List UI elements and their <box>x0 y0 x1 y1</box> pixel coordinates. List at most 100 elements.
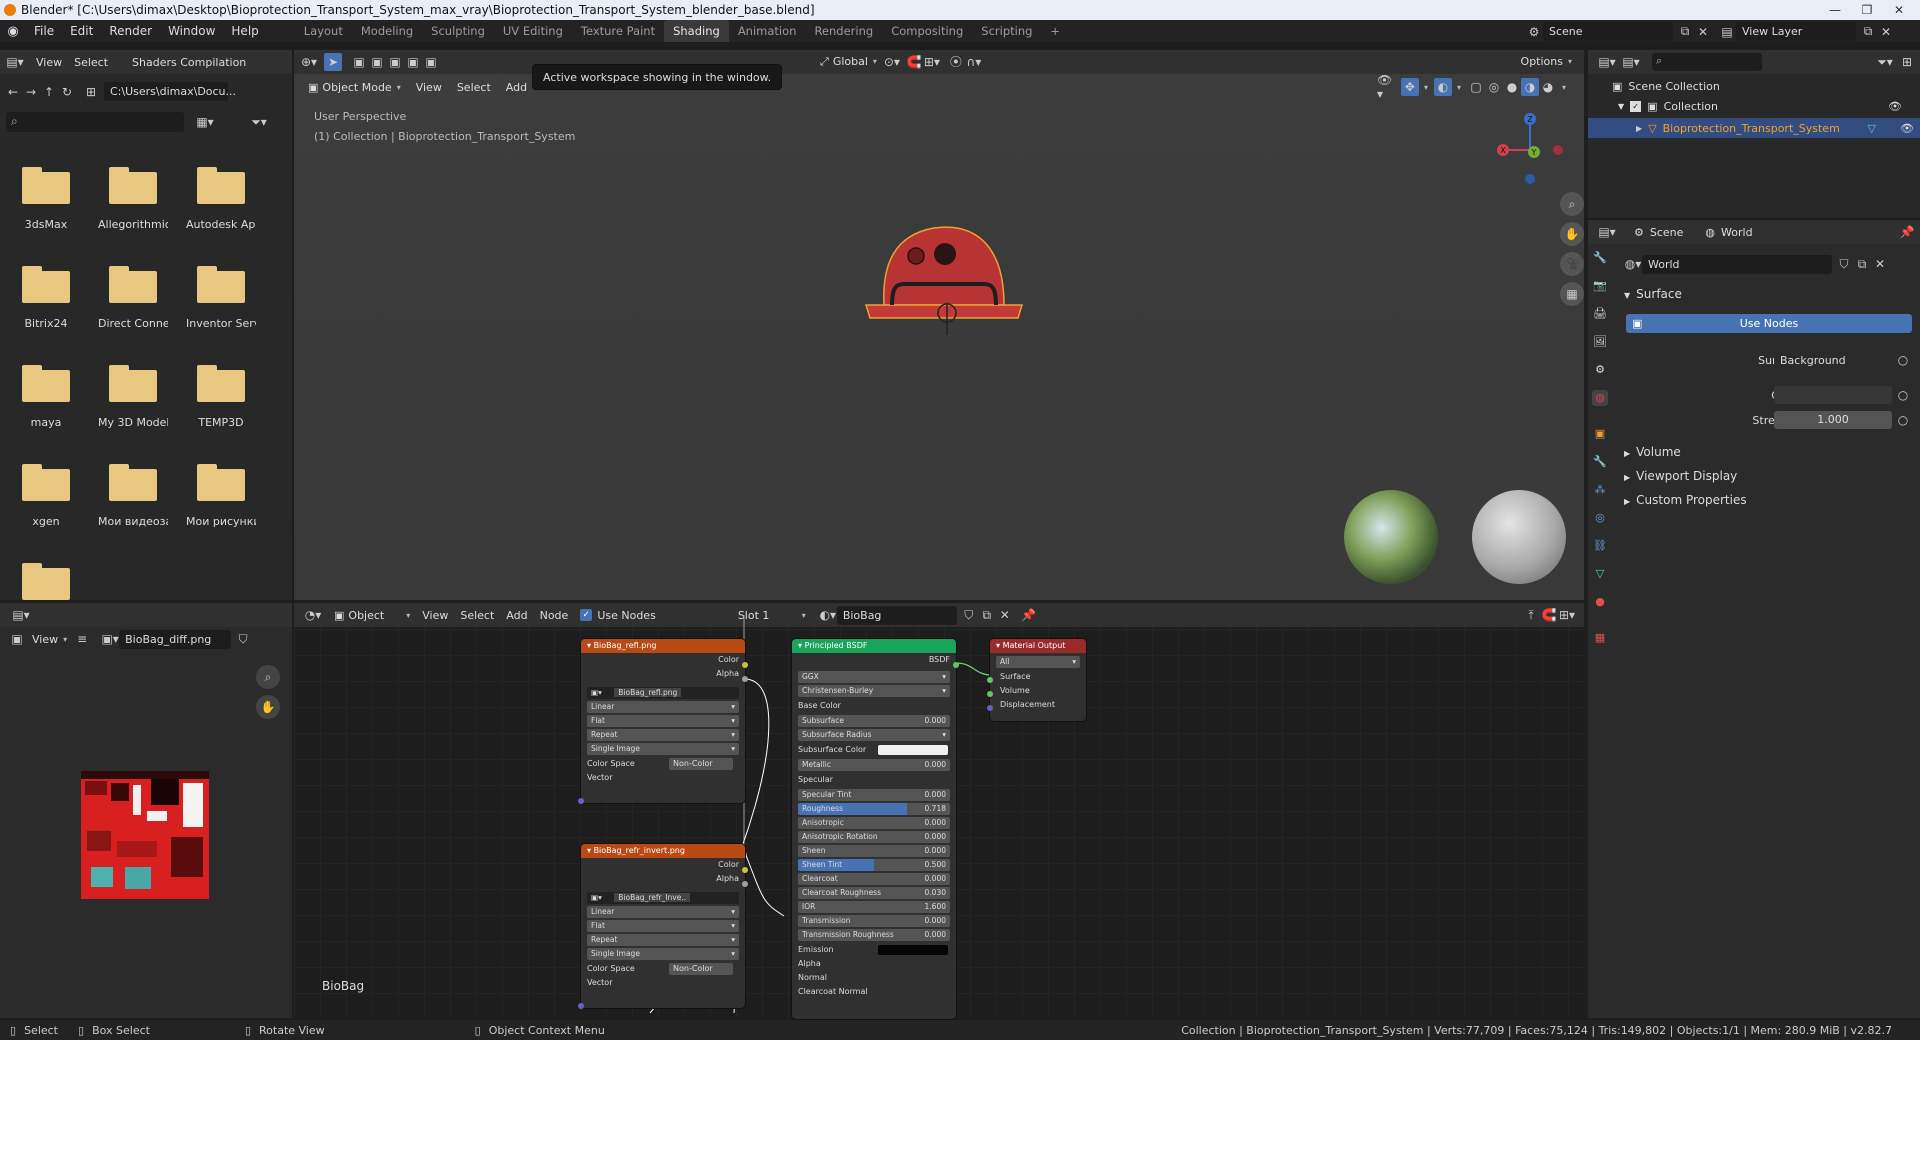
vector-input-socket[interactable]: Vector <box>581 771 745 785</box>
object-mode-dropdown[interactable]: ▣ Object Mode ▾ <box>302 78 407 97</box>
add-workspace-icon[interactable]: + <box>1041 20 1069 42</box>
proportional-edit-icon[interactable]: ⦿ <box>947 53 965 71</box>
extension-dropdown[interactable]: Repeat ▾ <box>587 729 739 741</box>
tab-shading[interactable]: Shading <box>664 20 729 42</box>
folder-item[interactable]: Allegorithmic <box>98 164 168 231</box>
filter-icon[interactable]: ⏷▾ <box>1876 53 1894 71</box>
object-row[interactable]: ▶ ▽ Bioprotection_Transport_System ▽ 👁 <box>1588 118 1920 138</box>
link-socket-icon[interactable]: ○ <box>1894 351 1912 369</box>
menu-view[interactable]: View <box>30 53 68 72</box>
tab-animation[interactable]: Animation <box>729 20 806 42</box>
node-header[interactable]: ▾ BioBag_refr_invert.png <box>581 844 745 858</box>
sheen-field[interactable]: Sheen 0.000 <box>798 845 950 857</box>
editor-type-icon[interactable]: ▤▾ <box>0 53 30 71</box>
folder-item[interactable]: Мои рисунки <box>186 461 256 528</box>
sheen-tint-field[interactable]: Sheen Tint 0.500 <box>798 859 950 871</box>
menu-render[interactable]: Render <box>101 20 160 42</box>
tab-rendering[interactable]: Rendering <box>805 20 882 42</box>
projection-dropdown[interactable]: Flat ▾ <box>587 920 739 932</box>
duplicate-world-icon[interactable]: ⧉ <box>1853 255 1871 273</box>
menu-file[interactable]: File <box>26 20 62 42</box>
breadcrumb-scene[interactable]: ⚙ Scene <box>1628 223 1689 242</box>
filter-icon[interactable]: ⏷▾ <box>250 113 268 131</box>
falloff-icon[interactable]: ∩▾ <box>965 53 983 71</box>
object-tab-icon[interactable]: ▣ <box>1592 426 1608 442</box>
display-mode-icon[interactable]: ▤▾ <box>1622 53 1640 71</box>
emission-color-swatch[interactable] <box>878 945 948 955</box>
menu-help[interactable]: Help <box>223 20 266 42</box>
clearcoat-roughness-field[interactable]: Clearcoat Roughness 0.030 <box>798 887 950 899</box>
select-invert-icon[interactable]: ▣ <box>422 53 440 71</box>
data-tab-icon[interactable]: ▽ <box>1592 566 1608 582</box>
xray-icon[interactable]: ▢ <box>1467 78 1485 96</box>
scene-name-field[interactable]: Scene <box>1543 22 1673 41</box>
tool-tab-icon[interactable]: 🔧 <box>1592 250 1608 266</box>
image-texture-node-refr-invert[interactable]: ▾ BioBag_refr_invert.png Color Alpha ▣▾ … <box>581 844 745 1008</box>
unlink-world-icon[interactable]: ✕ <box>1871 255 1889 273</box>
color-space-dropdown[interactable]: Non-Color <box>669 758 733 770</box>
blender-menu-icon[interactable]: ◉ <box>0 24 26 39</box>
view-layer-icon[interactable]: ▤ <box>1718 23 1736 41</box>
gizmo-icon[interactable]: ✥ <box>1400 78 1419 96</box>
source-dropdown[interactable]: Single Image ▾ <box>587 743 739 755</box>
target-dropdown[interactable]: All ▾ <box>996 656 1080 668</box>
link-socket-icon[interactable]: ○ <box>1894 411 1912 429</box>
clearcoat-normal-input[interactable]: Clearcoat Normal <box>792 985 956 999</box>
volume-input[interactable]: Volume <box>990 684 1086 698</box>
subsurface-color-swatch[interactable] <box>878 745 948 755</box>
breadcrumb-world[interactable]: ◍ World <box>1699 223 1758 242</box>
output-color-socket[interactable]: Color <box>581 653 745 667</box>
pan-hand-icon[interactable]: ✋ <box>256 695 280 719</box>
expand-arrow-icon[interactable]: ▼ <box>1618 102 1624 111</box>
collection-row[interactable]: ▼ ✓ ▣ Collection 👁 <box>1618 100 1908 113</box>
solid-shading-icon[interactable]: ● <box>1503 78 1521 96</box>
anisotropic-rotation-field[interactable]: Anisotropic Rotation 0.000 <box>798 831 950 843</box>
material-shading-icon[interactable]: ◑ <box>1520 78 1539 96</box>
menu-window[interactable]: Window <box>160 20 223 42</box>
transmission-roughness-field[interactable]: Transmission Roughness 0.000 <box>798 929 950 941</box>
search-input[interactable]: ⌕ <box>6 112 184 132</box>
select-tool-icon[interactable]: ➤ <box>324 53 342 71</box>
close-window-icon[interactable]: ✕ <box>1884 0 1914 20</box>
link-socket-icon[interactable]: ○ <box>1894 386 1912 404</box>
navigation-gizmo[interactable]: Z X Y <box>1490 108 1570 198</box>
socket-dot[interactable] <box>987 677 993 683</box>
pivot-icon[interactable]: ⊙▾ <box>883 53 901 71</box>
folder-item[interactable]: TEMP3D <box>186 362 256 429</box>
fake-user-icon[interactable]: ⛉ <box>1835 255 1853 273</box>
socket-dot[interactable] <box>578 798 584 804</box>
color-space-dropdown[interactable]: Non-Color <box>669 963 733 975</box>
node-header[interactable]: ▾ Material Output <box>990 639 1086 653</box>
editor-type-icon[interactable]: ▤▾ <box>1592 53 1622 71</box>
roughness-field[interactable]: Roughness 0.718 <box>798 803 950 815</box>
output-color-socket[interactable]: Color <box>581 858 745 872</box>
select-box-mode-icon[interactable]: ▣ <box>350 53 368 71</box>
scene-tab-icon[interactable]: ⚙ <box>1592 362 1608 378</box>
surface-shader-field[interactable]: Background <box>1774 351 1898 370</box>
checkbox-checked-icon[interactable]: ✓ <box>1630 101 1642 112</box>
menu-view[interactable]: View <box>409 78 448 97</box>
volume-panel-header[interactable]: ▶ Volume <box>1624 445 1681 459</box>
extension-dropdown[interactable]: Repeat ▾ <box>587 934 739 946</box>
options-dropdown[interactable]: Options ▾ <box>1515 52 1578 71</box>
menu-view[interactable]: View ▾ <box>26 630 73 649</box>
image-selector[interactable]: ▣▾ BioBag_refl.png <box>587 687 739 699</box>
socket-dot[interactable] <box>742 662 748 668</box>
socket-dot[interactable] <box>987 691 993 697</box>
display-mode-icon[interactable]: ▦▾ <box>196 113 214 131</box>
socket-dot[interactable] <box>987 705 993 711</box>
tab-layout[interactable]: Layout <box>295 20 352 42</box>
folder-item[interactable]: Bitrix24 <box>11 263 81 330</box>
mesh-data-icon[interactable]: ▽ <box>1868 122 1876 135</box>
folder-item[interactable]: Inventor Serv.. <box>186 263 256 330</box>
scene-collection-row[interactable]: ▣ Scene Collection <box>1612 80 1720 93</box>
viewport-display-panel-header[interactable]: ▶ Viewport Display <box>1624 469 1737 483</box>
displacement-input[interactable]: Displacement <box>990 698 1086 712</box>
world-browse-icon[interactable]: ◍▾ <box>1624 255 1642 273</box>
path-field[interactable]: C:\Users\dimax\Docu... <box>104 82 236 101</box>
search-input[interactable]: ⌕ <box>1652 53 1762 71</box>
folder-item[interactable]: My 3D Models <box>98 362 168 429</box>
menu-select[interactable]: Select <box>68 53 114 72</box>
specular-tint-field[interactable]: Specular Tint 0.000 <box>798 789 950 801</box>
folder-item[interactable]: Мои видеоза.. <box>98 461 168 528</box>
